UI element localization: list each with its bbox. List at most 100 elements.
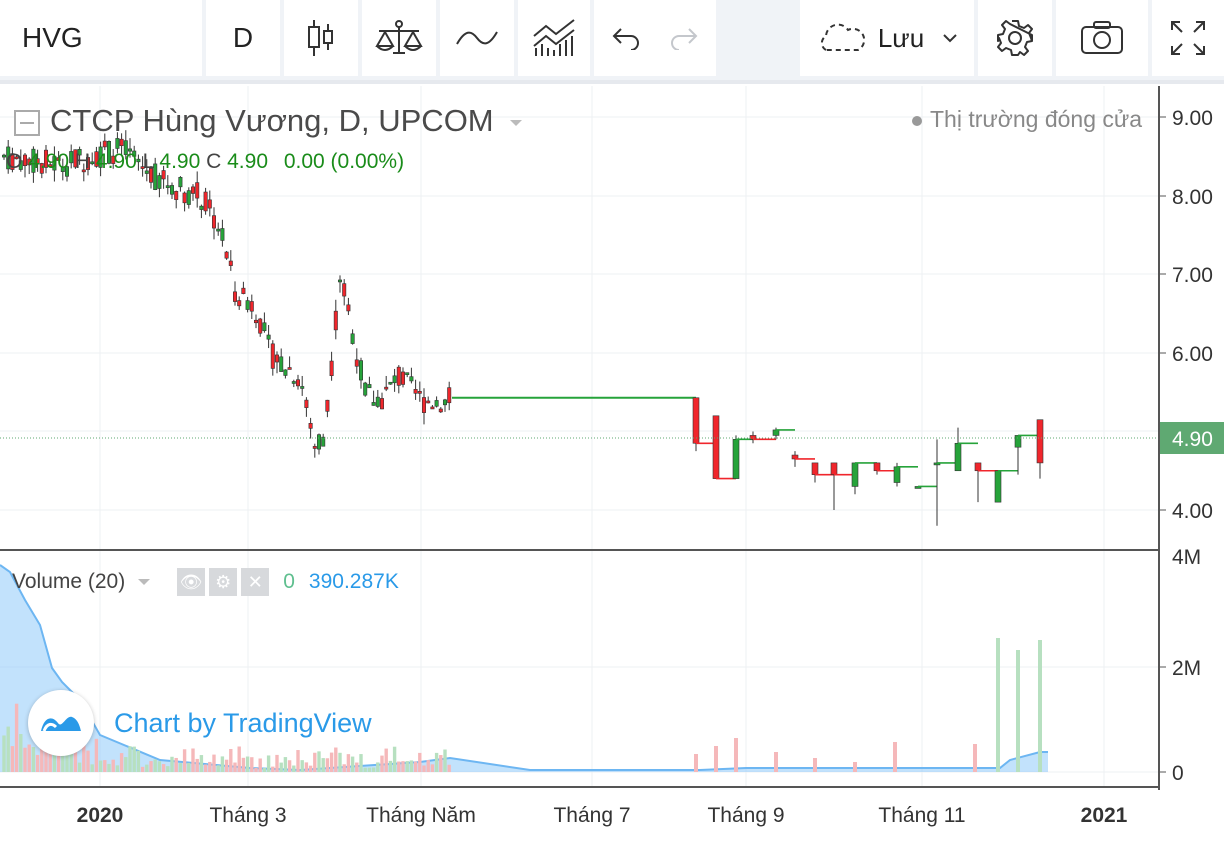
candle-body bbox=[102, 140, 107, 148]
candle-body bbox=[379, 398, 384, 410]
candle-body bbox=[195, 182, 200, 199]
volume-bar bbox=[14, 703, 19, 772]
candle-body bbox=[165, 185, 170, 188]
candle-body bbox=[442, 399, 447, 406]
candle-body bbox=[438, 408, 443, 413]
candle-body bbox=[287, 367, 292, 370]
candle-body bbox=[220, 228, 225, 241]
volume-bar bbox=[434, 752, 439, 772]
candle-body bbox=[199, 205, 204, 210]
legend-collapse-icon[interactable] bbox=[14, 110, 40, 136]
time-tick-label: Tháng 9 bbox=[707, 804, 784, 827]
volume-value: 0 bbox=[283, 570, 295, 593]
candle-body bbox=[954, 442, 962, 472]
volume-bar bbox=[258, 758, 262, 772]
candle-body bbox=[409, 376, 414, 382]
candle-body bbox=[224, 251, 229, 259]
volume-bar bbox=[10, 746, 15, 772]
candle-body bbox=[375, 396, 380, 407]
volume-bar bbox=[23, 747, 27, 772]
candle-body bbox=[316, 434, 321, 450]
candle-body bbox=[851, 462, 859, 487]
candle-body bbox=[732, 439, 740, 479]
volume-bar bbox=[418, 752, 422, 772]
candle-body bbox=[283, 369, 288, 376]
candle-body bbox=[421, 397, 426, 413]
candle-body bbox=[396, 366, 401, 386]
volume-ma-value: 390.287K bbox=[308, 570, 399, 593]
volume-bar bbox=[734, 738, 738, 772]
volume-bar bbox=[292, 765, 296, 772]
volume-bar bbox=[224, 759, 229, 772]
candle-body bbox=[417, 391, 422, 394]
ohlc-values: O 4.90 H 4.90 L 4.90 C 4.90 0.00 (0.00%) bbox=[6, 150, 404, 174]
volume-bar bbox=[853, 762, 857, 772]
legend-title[interactable]: CTCP Hùng Vương, D, UPCOM bbox=[50, 103, 524, 139]
volume-bar bbox=[308, 765, 313, 772]
candle-body bbox=[392, 375, 397, 384]
candle-body bbox=[994, 470, 1002, 503]
candle-body bbox=[426, 400, 431, 404]
volume-bar bbox=[157, 761, 162, 772]
volume-bar bbox=[355, 762, 359, 772]
ohlc-o-value: 4.90 bbox=[28, 150, 70, 173]
volume-bar bbox=[6, 726, 10, 772]
volume-bar bbox=[208, 761, 212, 772]
volume-bar bbox=[19, 734, 23, 772]
candle-body bbox=[830, 462, 838, 475]
time-axis[interactable]: 2020 Tháng 3 Tháng Năm Tháng 7 Tháng 9 T… bbox=[77, 804, 1128, 827]
candle-body bbox=[371, 402, 376, 406]
volume-bar bbox=[363, 767, 367, 772]
candle-body bbox=[405, 372, 410, 375]
candle-body bbox=[115, 138, 120, 149]
volume-bar bbox=[149, 761, 153, 772]
time-tick-label: Tháng Năm bbox=[366, 804, 476, 827]
ohlc-c-key: C bbox=[206, 150, 222, 173]
candle-body bbox=[692, 397, 700, 444]
candle-body bbox=[304, 399, 309, 408]
tradingview-logo-icon bbox=[28, 690, 94, 756]
volume-legend[interactable]: Volume (20) 👁 ⚙ ✕ 0 390.287K bbox=[12, 568, 399, 596]
volume-bar bbox=[250, 757, 254, 772]
close-icon[interactable]: ✕ bbox=[241, 568, 270, 596]
volume-axis[interactable]: 4M 2M 0 bbox=[1159, 546, 1201, 785]
volume-bar bbox=[170, 756, 174, 772]
volume-bar bbox=[439, 755, 443, 772]
volume-bar bbox=[187, 762, 191, 772]
chevron-down-icon bbox=[138, 579, 151, 585]
volume-bar bbox=[166, 766, 170, 772]
volume-bar bbox=[90, 764, 94, 772]
price-axis[interactable]: 9.00 8.00 7.00 6.00 4.00 bbox=[1159, 107, 1213, 523]
volume-bar bbox=[124, 757, 128, 772]
volume-bar bbox=[300, 760, 304, 772]
market-status-text: Thị trường đóng cửa bbox=[930, 106, 1143, 132]
volume-bar bbox=[77, 762, 82, 772]
watermark-text: Chart by TradingView bbox=[114, 707, 372, 738]
volume-bar bbox=[178, 763, 183, 772]
tradingview-watermark[interactable]: Chart by TradingView bbox=[28, 690, 372, 756]
time-tick-label: Tháng 7 bbox=[553, 804, 630, 827]
volume-bar bbox=[384, 748, 388, 772]
gear-icon[interactable]: ⚙ bbox=[209, 568, 238, 596]
candle-body bbox=[337, 279, 342, 283]
candle-body bbox=[329, 360, 334, 376]
volume-bar bbox=[405, 761, 409, 772]
volume-label: Volume (20) bbox=[12, 570, 126, 593]
eye-icon[interactable]: 👁 bbox=[177, 568, 206, 596]
candle-body bbox=[241, 287, 246, 294]
volume-bar bbox=[401, 761, 405, 772]
candle-body bbox=[367, 384, 372, 389]
candle-body bbox=[363, 382, 368, 396]
price-tick-label: 8.00 bbox=[1172, 186, 1213, 209]
time-tick-label: Tháng 11 bbox=[878, 804, 965, 827]
ohlc-h-key: H bbox=[74, 150, 91, 173]
volume-bar bbox=[996, 638, 1000, 772]
volume-bar bbox=[241, 757, 246, 772]
candle-body bbox=[228, 260, 233, 266]
candle-body bbox=[203, 191, 208, 212]
volume-bar bbox=[973, 744, 977, 772]
candle-body bbox=[274, 354, 279, 363]
price-tick-label: 9.00 bbox=[1172, 107, 1213, 130]
volume-bar bbox=[283, 757, 288, 772]
volume-bar bbox=[266, 755, 271, 772]
